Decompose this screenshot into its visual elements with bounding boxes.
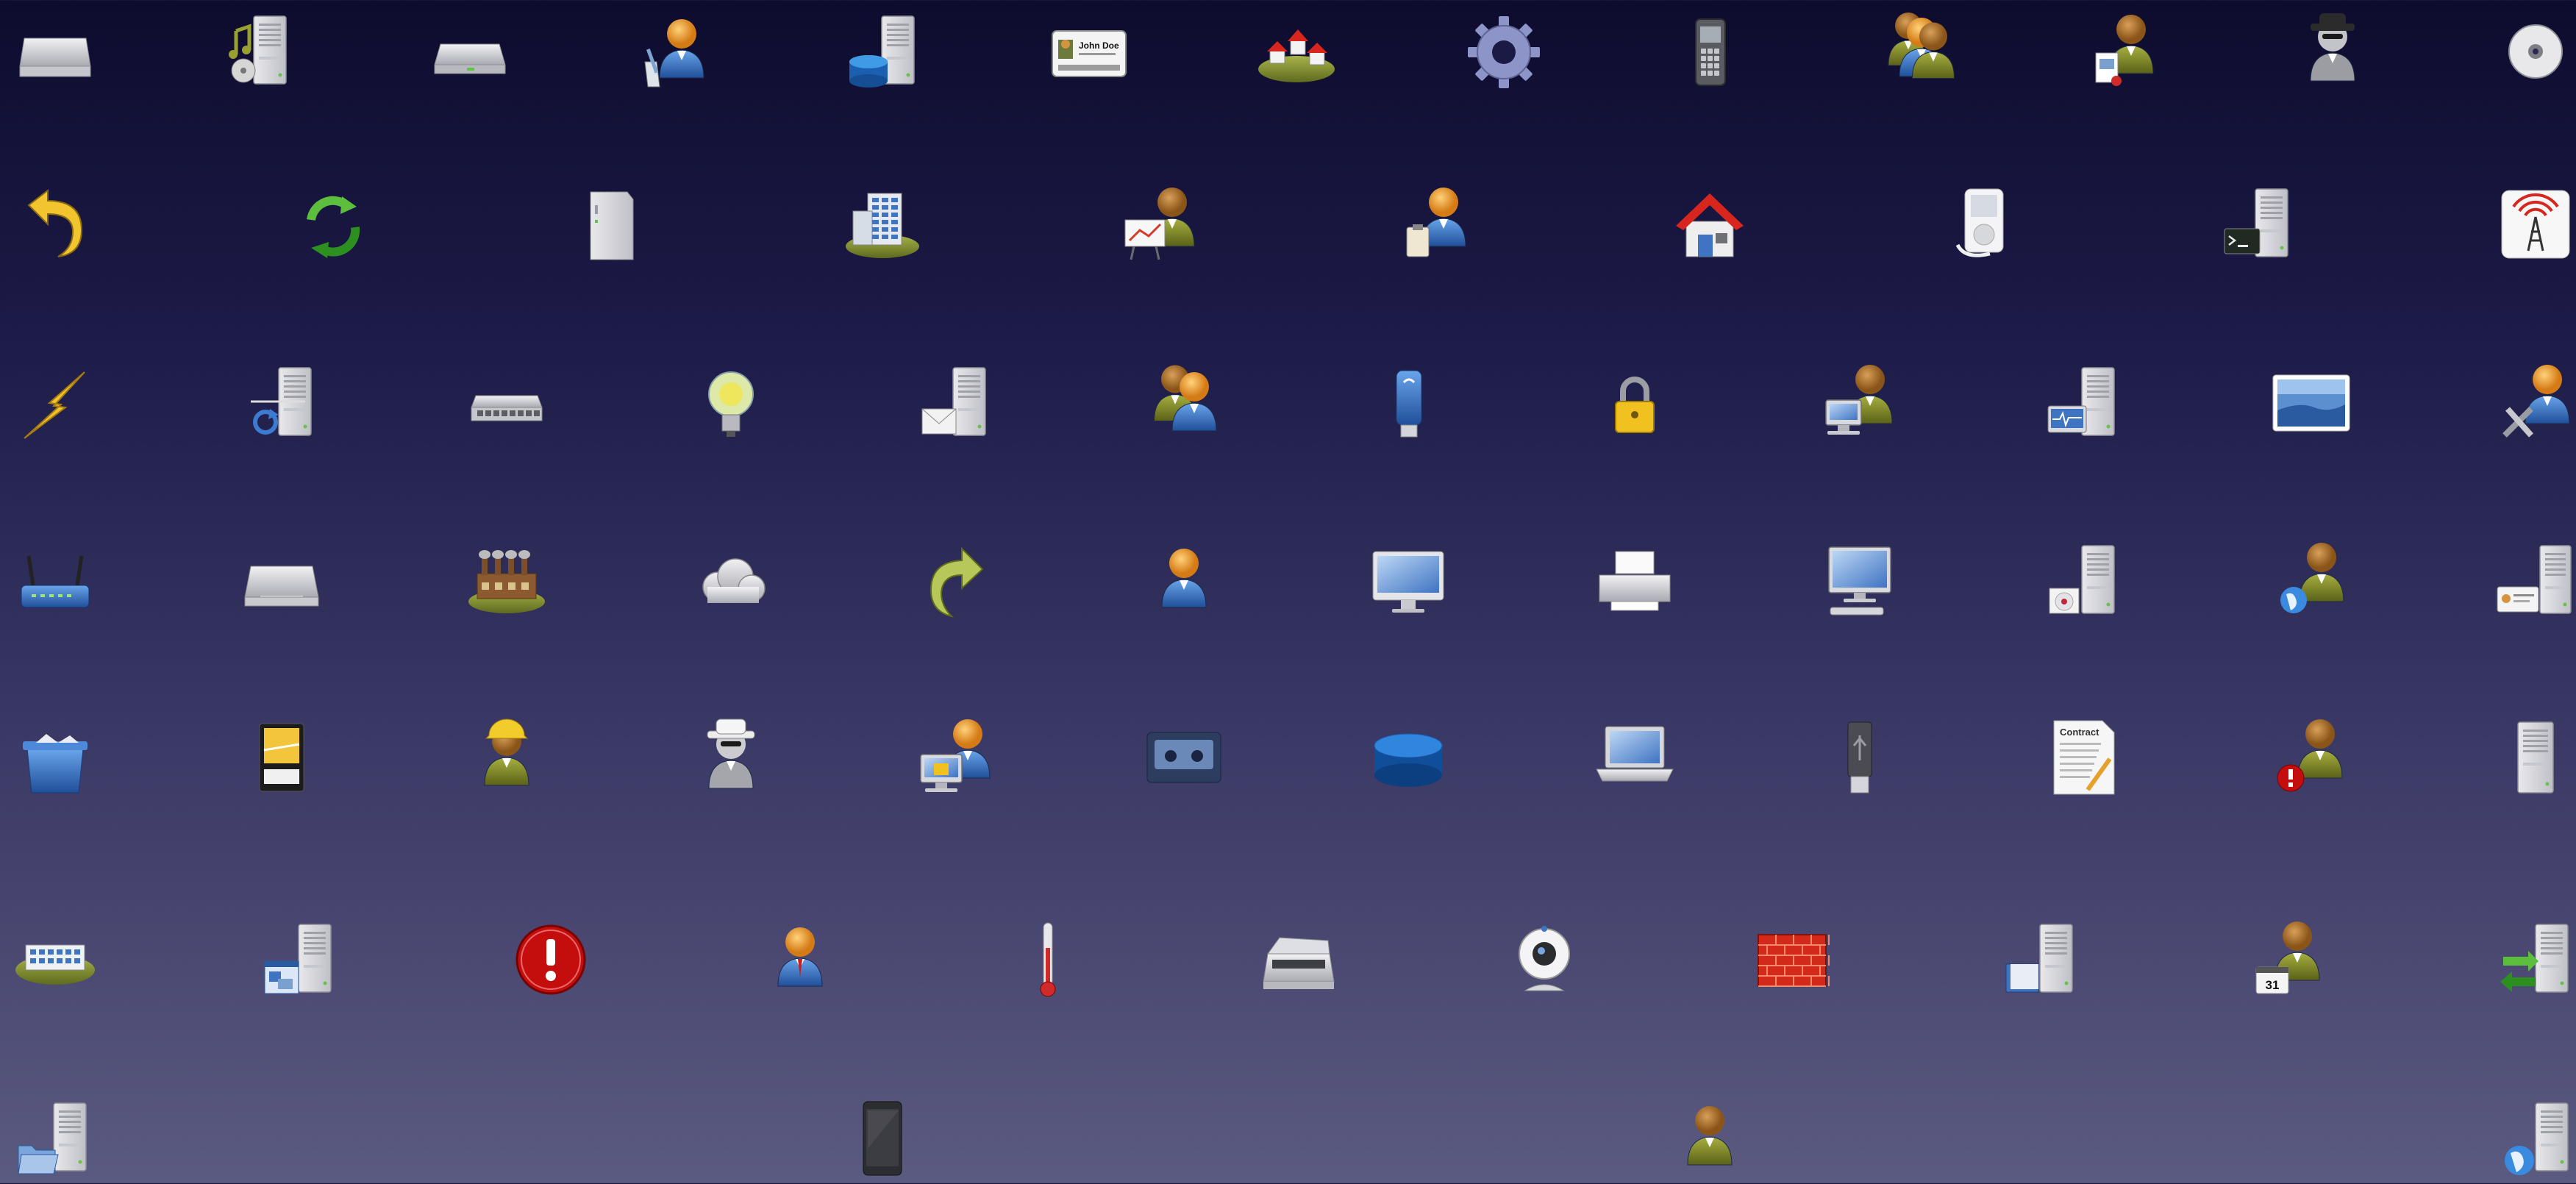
server-icon[interactable]	[2490, 712, 2576, 803]
thermometer-icon[interactable]	[1002, 914, 1093, 1005]
network-switch-icon[interactable]	[461, 357, 552, 449]
svg-text:Contract: Contract	[2060, 727, 2099, 738]
svg-text:John Doe: John Doe	[1079, 40, 1119, 51]
optical-drive-icon[interactable]	[236, 535, 327, 627]
user-icon[interactable]	[1138, 535, 1230, 627]
office-building-icon[interactable]	[837, 179, 928, 270]
user-clipboard-icon[interactable]	[1391, 179, 1482, 270]
imac-icon[interactable]	[1363, 535, 1454, 627]
user-warning-icon[interactable]	[2266, 712, 2357, 803]
web-server-icon[interactable]	[2490, 1093, 2576, 1184]
padlock-icon[interactable]	[1589, 357, 1680, 449]
media-server-icon[interactable]	[214, 6, 305, 97]
landscape-image-icon[interactable]	[2266, 357, 2357, 449]
trash-bin-icon[interactable]	[10, 712, 101, 803]
server-exchange-icon[interactable]	[2490, 914, 2576, 1005]
id-card-server-icon[interactable]	[2490, 535, 2576, 627]
redo-arrow-icon[interactable]	[910, 535, 1002, 627]
usb-drive-icon[interactable]	[1814, 712, 1905, 803]
server-window-icon[interactable]	[254, 914, 346, 1005]
icon-grid: John Doe Contract 31	[0, 0, 2576, 1183]
harddisk-icon[interactable]	[10, 6, 101, 97]
user-report-icon[interactable]	[2080, 6, 2171, 97]
id-card-icon[interactable]: John Doe	[1043, 6, 1135, 97]
terminal-server-icon[interactable]	[2213, 179, 2304, 270]
lightning-icon[interactable]	[10, 357, 101, 449]
refresh-cycle-icon[interactable]	[286, 179, 377, 270]
business-user-icon[interactable]	[754, 914, 846, 1005]
cloud-icon[interactable]	[685, 535, 777, 627]
user-pair-icon[interactable]	[1138, 357, 1230, 449]
user-globe-icon[interactable]	[2266, 535, 2357, 627]
village-icon[interactable]	[1251, 6, 1342, 97]
printer-icon[interactable]	[1589, 535, 1680, 627]
user-presentation-icon[interactable]	[1115, 179, 1206, 270]
laptop-icon[interactable]	[1589, 712, 1680, 803]
user-admin-tools-icon[interactable]	[2490, 357, 2576, 449]
folder-server-icon[interactable]	[10, 1093, 101, 1184]
server-sync-icon[interactable]	[236, 357, 327, 449]
mail-server-icon[interactable]	[910, 357, 1002, 449]
scanner-icon[interactable]	[1253, 914, 1344, 1005]
user-standalone-icon[interactable]	[1664, 1093, 1755, 1184]
contract-document-icon[interactable]: Contract	[2038, 712, 2129, 803]
radio-tower-icon[interactable]	[2490, 179, 2576, 270]
optical-disc-icon[interactable]	[2490, 6, 2576, 97]
book-server-icon[interactable]	[1996, 914, 2087, 1005]
user-calendar-icon[interactable]: 31	[2243, 914, 2334, 1005]
gear-icon[interactable]	[1458, 6, 1549, 97]
mobile-phone-icon[interactable]	[1665, 6, 1756, 97]
wireless-router-icon[interactable]	[10, 535, 101, 627]
nas-drive-icon[interactable]	[424, 6, 515, 97]
user-workstation-icon[interactable]	[1814, 357, 1905, 449]
media-player-icon[interactable]	[1938, 179, 2030, 270]
database-icon[interactable]	[1363, 712, 1454, 803]
error-icon[interactable]	[505, 914, 596, 1005]
user-edit-icon[interactable]	[630, 6, 721, 97]
building-block-icon[interactable]	[10, 914, 101, 1005]
smartphone-icon[interactable]	[837, 1093, 928, 1184]
tower-case-icon[interactable]	[564, 179, 655, 270]
light-bulb-icon[interactable]	[685, 357, 777, 449]
webcam-icon[interactable]	[1499, 914, 1590, 1005]
spy-agent-icon[interactable]	[685, 712, 777, 803]
factory-icon[interactable]	[461, 535, 552, 627]
worker-hardhat-icon[interactable]	[461, 712, 552, 803]
cd-server-icon[interactable]	[2038, 535, 2129, 627]
user-group-icon[interactable]	[1874, 6, 1966, 97]
undo-arrow-icon[interactable]	[10, 179, 101, 270]
database-server-icon[interactable]	[838, 6, 929, 97]
server-monitor-icon[interactable]	[2038, 357, 2129, 449]
user-locked-computer-icon[interactable]	[910, 712, 1002, 803]
firewall-icon[interactable]	[1747, 914, 1838, 1005]
desktop-computer-icon[interactable]	[1814, 535, 1905, 627]
spy-icon[interactable]	[2287, 6, 2378, 97]
usb-stick-blue-icon[interactable]	[1363, 357, 1454, 449]
memory-card-icon[interactable]	[236, 712, 327, 803]
svg-text:31: 31	[2266, 978, 2280, 992]
cassette-tape-icon[interactable]	[1138, 712, 1230, 803]
home-icon[interactable]	[1664, 179, 1755, 270]
